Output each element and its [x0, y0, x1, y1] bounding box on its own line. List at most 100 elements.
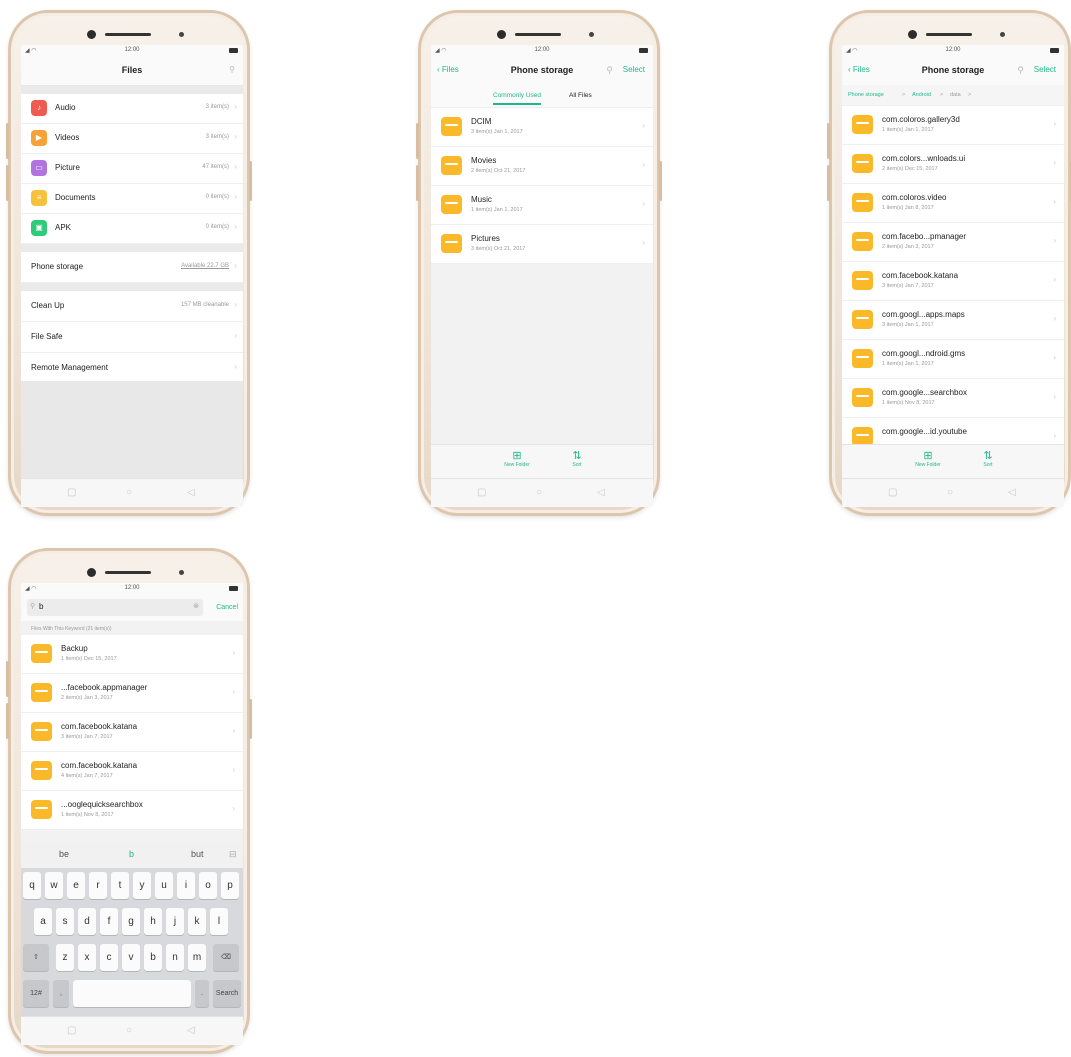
breadcrumb-android[interactable]: Android [912, 92, 931, 98]
key-h[interactable]: h [144, 908, 162, 935]
key-q[interactable]: q [23, 872, 41, 899]
folder-row[interactable]: com.facebook.katana 3 item(s) Jan 7, 201… [842, 262, 1064, 301]
key-o[interactable]: o [199, 872, 217, 899]
sort-button[interactable]: ⇅ Sort [968, 450, 1008, 468]
category-count: 3 item(s) [205, 134, 229, 140]
key-i[interactable]: i [177, 872, 195, 899]
back-icon[interactable]: ◁ [187, 1025, 195, 1036]
search-key[interactable]: Search [213, 980, 241, 1007]
folder-row[interactable]: com.googl...ndroid.gms 1 item(s) Jan 1, … [842, 340, 1064, 379]
key-p[interactable]: p [221, 872, 239, 899]
key-c[interactable]: c [100, 944, 118, 971]
folder-row[interactable]: DCIM 3 item(s) Jan 1, 2017 › [431, 108, 653, 147]
suggestion-item[interactable]: b [129, 849, 134, 859]
key-n[interactable]: n [166, 944, 184, 971]
result-row[interactable]: Backup 1 item(s) Dec 15, 2017 › [21, 635, 243, 674]
tab-all-files[interactable]: All Files [569, 92, 592, 99]
key-t[interactable]: t [111, 872, 129, 899]
home-icon[interactable]: ○ [126, 1025, 132, 1036]
select-button[interactable]: Select [623, 65, 645, 74]
shift-key[interactable]: ⇧ [23, 944, 49, 971]
folder-icon [441, 117, 462, 136]
key-a[interactable]: a [34, 908, 52, 935]
nav-bar: ▢ ○ ◁ [842, 478, 1064, 507]
folder-name: com.facebo...pmanager [882, 232, 967, 241]
key-d[interactable]: d [78, 908, 96, 935]
key-r[interactable]: r [89, 872, 107, 899]
search-icon[interactable]: ⚲ [606, 65, 613, 76]
key-z[interactable]: z [56, 944, 74, 971]
breadcrumb-phone-storage[interactable]: Phone storage [848, 92, 884, 98]
category-audio[interactable]: ♪ Audio 3 item(s) › [21, 94, 243, 124]
period-key[interactable]: . [195, 980, 209, 1007]
folder-row[interactable]: Movies 2 item(s) Oct 21, 2017 › [431, 147, 653, 186]
new-folder-button[interactable]: ⊞ New Folder [497, 450, 537, 468]
clean-up-row[interactable]: Clean Up 157 MB cleanable › [21, 291, 243, 322]
key-f[interactable]: f [100, 908, 118, 935]
new-folder-button[interactable]: ⊞ New Folder [908, 450, 948, 468]
breadcrumb-data[interactable]: data [950, 92, 961, 98]
folder-row[interactable]: com.facebo...pmanager 2 item(s) Jan 3, 2… [842, 223, 1064, 262]
recents-icon[interactable]: ▢ [67, 1025, 76, 1036]
nav-bar: ▢ ○ ◁ [21, 478, 243, 507]
select-button[interactable]: Select [1034, 65, 1056, 74]
key-j[interactable]: j [166, 908, 184, 935]
result-row[interactable]: ...ooglequicksearchbox 1 item(s) Nov 8, … [21, 791, 243, 830]
suggestion-item[interactable]: be [59, 849, 69, 859]
recents-icon[interactable]: ▢ [67, 487, 76, 498]
home-icon[interactable]: ○ [947, 487, 953, 498]
suggestion-item[interactable]: but [191, 849, 204, 859]
folder-row[interactable]: com.google...searchbox 1 item(s) Nov 8, … [842, 379, 1064, 418]
category-picture[interactable]: ▭ Picture 47 item(s) › [21, 154, 243, 184]
recents-icon[interactable]: ▢ [477, 487, 486, 498]
result-row[interactable]: ...facebook.appmanager 2 item(s) Jan 3, … [21, 674, 243, 713]
clean-up-value: 157 MB cleanable [180, 302, 229, 308]
sort-button[interactable]: ⇅ Sort [557, 450, 597, 468]
recents-icon[interactable]: ▢ [888, 487, 897, 498]
key-v[interactable]: v [122, 944, 140, 971]
category-label: Videos [55, 133, 80, 142]
cancel-button[interactable]: Cancel [216, 604, 238, 611]
key-u[interactable]: u [155, 872, 173, 899]
key-x[interactable]: x [78, 944, 96, 971]
key-l[interactable]: l [210, 908, 228, 935]
folder-row[interactable]: com.googl...apps.maps 3 item(s) Jan 1, 2… [842, 301, 1064, 340]
file-safe-row[interactable]: File Safe › [21, 322, 243, 353]
home-icon[interactable]: ○ [126, 487, 132, 498]
result-row[interactable]: com.facebook.katana 3 item(s) Jan 7, 201… [21, 713, 243, 752]
storage-label: Phone storage [31, 262, 84, 271]
comma-key[interactable]: , [53, 980, 69, 1007]
folder-row[interactable]: com.coloros.video 1 item(s) Jan 8, 2017 … [842, 184, 1064, 223]
back-icon[interactable]: ◁ [597, 487, 605, 498]
folder-row[interactable]: com.colors...wnloads.ui 2 item(s) Dec 15… [842, 145, 1064, 184]
space-key[interactable] [73, 980, 191, 1007]
delete-key[interactable]: ⌫ [213, 944, 239, 971]
key-m[interactable]: m [188, 944, 206, 971]
numbers-key[interactable]: 12# [23, 980, 49, 1007]
key-k[interactable]: k [188, 908, 206, 935]
folder-row[interactable]: Music 1 item(s) Jan 1, 2017 › [431, 186, 653, 225]
key-s[interactable]: s [56, 908, 74, 935]
category-apk[interactable]: ▣ APK 0 item(s) › [21, 214, 243, 244]
folder-row[interactable]: Pictures 3 item(s) Oct 21, 2017 › [431, 225, 653, 264]
more-suggestions-icon[interactable]: ⊟ [229, 849, 237, 860]
key-w[interactable]: w [45, 872, 63, 899]
back-icon[interactable]: ◁ [1008, 487, 1016, 498]
phone-storage-row[interactable]: Phone storage Available 22.7 GB › [21, 252, 243, 283]
clear-icon[interactable]: ⊗ [193, 602, 199, 610]
key-y[interactable]: y [133, 872, 151, 899]
remote-management-row[interactable]: Remote Management › [21, 353, 243, 384]
search-input[interactable]: ⚲ b ⊗ [27, 599, 203, 616]
home-icon[interactable]: ○ [536, 487, 542, 498]
category-videos[interactable]: ▶ Videos 3 item(s) › [21, 124, 243, 154]
back-icon[interactable]: ◁ [187, 487, 195, 498]
result-row[interactable]: com.facebook.katana 4 item(s) Jan 7, 201… [21, 752, 243, 791]
key-b[interactable]: b [144, 944, 162, 971]
search-icon[interactable]: ⚲ [1017, 65, 1024, 76]
folder-row[interactable]: com.coloros.gallery3d 1 item(s) Jan 1, 2… [842, 106, 1064, 145]
key-g[interactable]: g [122, 908, 140, 935]
tab-commonly-used[interactable]: Commonly Used [493, 92, 542, 105]
search-icon[interactable]: ⚲ [229, 65, 235, 74]
category-documents[interactable]: ≡ Documents 0 item(s) › [21, 184, 243, 214]
key-e[interactable]: e [67, 872, 85, 899]
